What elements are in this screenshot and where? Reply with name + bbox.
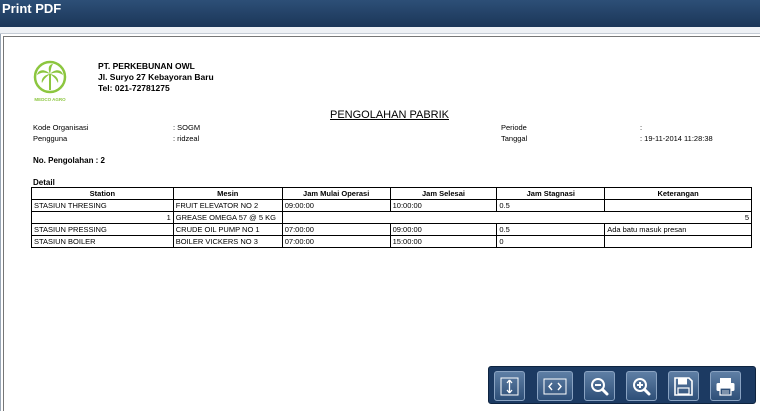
periode-label: Periode <box>501 123 527 132</box>
header-station: Station <box>31 187 174 200</box>
cell-station: STASIUN THRESING <box>31 199 174 212</box>
report-title: PENGOLAHAN PABRIK <box>330 109 449 121</box>
cell-keterangan: Ada batu masuk presan <box>604 223 752 236</box>
cell-selesai: 09:00:00 <box>389 223 498 236</box>
zoom-out-icon <box>591 378 609 396</box>
company-name: PT. PERKEBUNAN OWL <box>98 61 195 71</box>
fit-page-icon <box>500 377 519 396</box>
kode-value: : SOGM <box>173 123 201 132</box>
cell-keterangan: 5 <box>281 211 753 224</box>
logo-text: MEDCO AGRO <box>34 97 66 102</box>
cell-mesin: BOILER VICKERS NO 3 <box>172 235 283 248</box>
cell-keterangan <box>604 199 752 212</box>
cell-stagnasi: 0.5 <box>496 223 606 236</box>
table-row: 1 GREASE OMEGA 57 @ 5 KG 5 <box>31 211 753 224</box>
kode-label: Kode Organisasi <box>33 123 89 132</box>
table-row: STASIUN PRESSING CRUDE OIL PUMP NO 1 07:… <box>31 223 752 236</box>
cell-stagnasi: 0.5 <box>496 199 606 212</box>
table-header-row: Station Mesin Jam Mulai Operasi Jam Sele… <box>31 187 752 200</box>
zoom-in-button[interactable] <box>626 371 657 401</box>
cell-station: 1 <box>31 211 174 224</box>
company-phone: Tel: 021-72781275 <box>98 83 170 93</box>
cell-stagnasi: 0 <box>496 235 606 248</box>
window-title: Print PDF <box>2 1 62 16</box>
detail-table: Station Mesin Jam Mulai Operasi Jam Sele… <box>31 187 753 248</box>
cell-mulai: 07:00:00 <box>281 223 391 236</box>
window-title-bar: Print PDF <box>0 0 760 27</box>
cell-selesai: 15:00:00 <box>389 235 498 248</box>
tanggal-value: : 19-11-2014 11:28:38 <box>640 134 713 143</box>
company-logo: MEDCO AGRO <box>33 60 67 102</box>
header-jam-stagnasi: Jam Stagnasi <box>496 187 606 200</box>
pengguna-value: : ridzeal <box>173 134 200 143</box>
cell-selesai: 10:00:00 <box>389 199 498 212</box>
pengguna-label: Pengguna <box>33 134 68 143</box>
header-keterangan: Keterangan <box>604 187 752 200</box>
cell-mesin: CRUDE OIL PUMP NO 1 <box>172 223 283 236</box>
no-pengolahan: No. Pengolahan : 2 <box>33 156 106 165</box>
detail-label: Detail <box>33 178 55 187</box>
fit-width-icon <box>543 378 567 395</box>
zoom-out-button[interactable] <box>584 371 615 401</box>
header-mesin: Mesin <box>172 187 283 200</box>
cell-mulai: 09:00:00 <box>281 199 391 212</box>
cell-mesin: FRUIT ELEVATOR NO 2 <box>172 199 283 212</box>
printer-icon <box>716 378 735 396</box>
tanggal-label: Tanggal <box>501 134 528 143</box>
table-row: STASIUN THRESING FRUIT ELEVATOR NO 2 09:… <box>31 199 752 212</box>
company-info: PT. PERKEBUNAN OWL Jl. Suryo 27 Kebayora… <box>98 61 214 94</box>
cell-station: STASIUN PRESSING <box>31 223 174 236</box>
floppy-disk-icon <box>674 377 693 396</box>
save-button[interactable] <box>668 371 699 401</box>
header-jam-selesai: Jam Selesai <box>389 187 498 200</box>
company-address: Jl. Suryo 27 Kebayoran Baru <box>98 72 214 82</box>
periode-value: : <box>640 123 643 132</box>
cell-mulai: 07:00:00 <box>281 235 391 248</box>
fit-width-button[interactable] <box>537 371 573 401</box>
cell-keterangan <box>604 235 752 248</box>
header-jam-mulai: Jam Mulai Operasi <box>281 187 391 200</box>
cell-station: STASIUN BOILER <box>31 235 174 248</box>
viewer-top-strip <box>0 27 760 34</box>
fit-page-button[interactable] <box>494 371 525 401</box>
table-row: STASIUN BOILER BOILER VICKERS NO 3 07:00… <box>31 235 752 248</box>
print-button[interactable] <box>710 371 741 401</box>
cell-mesin: GREASE OMEGA 57 @ 5 KG <box>172 211 283 224</box>
zoom-in-icon <box>633 378 651 396</box>
pdf-toolbar <box>488 366 756 404</box>
